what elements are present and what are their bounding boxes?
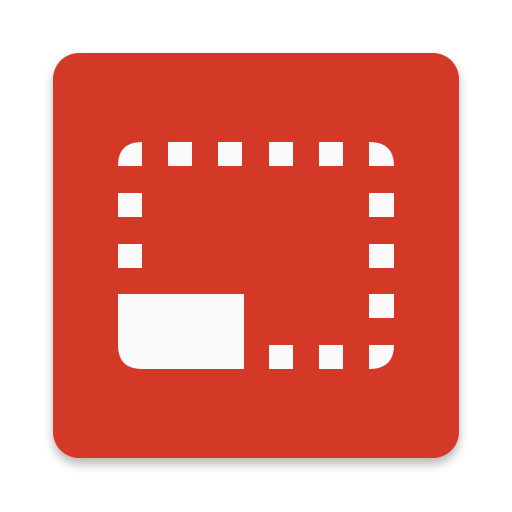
corner-solid-block — [118, 294, 244, 369]
frame-dash-left-2 — [118, 244, 142, 268]
frame-dash-right-2 — [369, 244, 394, 268]
frame-dash-bottom-2 — [319, 345, 343, 369]
frame-dash-top-4 — [319, 142, 343, 166]
frame-dash-top-2 — [218, 142, 242, 166]
frame-dash-right-3 — [369, 294, 394, 318]
icon-canvas — [0, 0, 512, 512]
frame-dash-left-1 — [118, 193, 142, 217]
frame-dash-right-1 — [369, 193, 394, 217]
app-icon[interactable] — [0, 0, 512, 512]
frame-dash-top-1 — [168, 142, 192, 166]
frame-dash-top-3 — [269, 142, 293, 166]
app-tile — [53, 53, 459, 458]
frame-dash-bottom-1 — [269, 345, 293, 369]
